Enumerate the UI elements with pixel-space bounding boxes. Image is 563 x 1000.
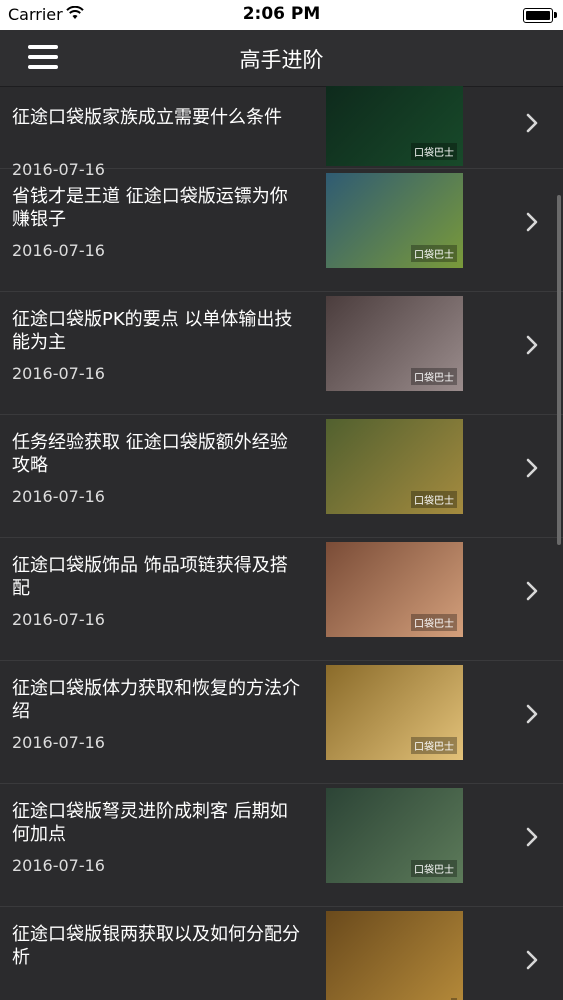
article-thumbnail: 口袋巴士: [326, 542, 463, 637]
chevron-right-icon: [522, 950, 542, 970]
article-thumbnail: 口袋巴士: [326, 296, 463, 391]
chevron-right-icon: [522, 581, 542, 601]
article-date: 2016-07-16: [12, 856, 105, 875]
article-thumbnail: 口袋巴士: [326, 788, 463, 883]
article-title: 征途口袋版PK的要点 以单体输出技能为主: [12, 309, 293, 353]
article-date: 2016-07-16: [12, 364, 105, 383]
navigation-bar: 高手进阶: [0, 30, 563, 87]
chevron-right-icon: [522, 458, 542, 478]
article-list[interactable]: 征途口袋版家族成立需要什么条件 2016-07-16 口袋巴士 省钱才是王道 征途口袋…: [0, 86, 563, 1000]
article-title: 任务经验获取 征途口袋版额外经验攻略: [12, 432, 288, 476]
article-thumbnail: 口袋巴士: [326, 665, 463, 760]
thumbnail-watermark: 口袋巴士: [411, 614, 457, 631]
article-title: 征途口袋版饰品 饰品项链获得及搭配: [12, 555, 288, 599]
chevron-right-icon: [522, 704, 542, 724]
article-row[interactable]: 征途口袋版PK的要点 以单体输出技能为主 2016-07-16 口袋巴士: [0, 292, 563, 415]
article-date: 2016-07-16: [12, 733, 105, 752]
article-thumbnail: 口袋巴士: [326, 173, 463, 268]
article-date: 2016-07-16: [12, 487, 105, 506]
chevron-right-icon: [522, 827, 542, 847]
thumbnail-watermark: 口袋巴士: [411, 368, 457, 385]
page-title: 高手进阶: [239, 48, 324, 72]
article-row[interactable]: 征途口袋版弩灵进阶成刺客 后期如何加点 2016-07-16 口袋巴士: [0, 784, 563, 907]
chevron-right-icon: [522, 335, 542, 355]
article-date: 2016-07-16: [12, 241, 105, 260]
scrollbar[interactable]: [557, 195, 561, 545]
article-row[interactable]: 任务经验获取 征途口袋版额外经验攻略 2016-07-16 口袋巴士: [0, 415, 563, 538]
article-title: 征途口袋版银两获取以及如何分配分析: [12, 924, 300, 968]
article-row[interactable]: 征途口袋版饰品 饰品项链获得及搭配 2016-07-16 口袋巴士: [0, 538, 563, 661]
article-row[interactable]: 征途口袋版家族成立需要什么条件 2016-07-16 口袋巴士: [0, 86, 563, 179]
status-time: 2:06 PM: [242, 4, 321, 24]
article-thumbnail: [326, 911, 463, 1000]
article-row[interactable]: 征途口袋版体力获取和恢复的方法介绍 2016-07-16 口袋巴士: [0, 661, 563, 784]
article-thumbnail: 口袋巴士: [326, 419, 463, 514]
article-title: 省钱才是王道 征途口袋版运镖为你赚银子: [12, 186, 288, 230]
status-bar: Carrier 2:06 PM: [0, 0, 563, 30]
article-title: 征途口袋版弩灵进阶成刺客 后期如何加点: [12, 801, 288, 845]
article-row[interactable]: 省钱才是王道 征途口袋版运镖为你赚银子 2016-07-16 口袋巴士: [0, 169, 563, 292]
thumbnail-watermark: 口袋巴士: [411, 737, 457, 754]
thumbnail-watermark: 口袋巴士: [411, 491, 457, 508]
chevron-right-icon: [522, 212, 542, 232]
battery-icon: [523, 8, 557, 23]
article-row[interactable]: 征途口袋版银两获取以及如何分配分析: [0, 907, 563, 1000]
chevron-right-icon: [522, 113, 542, 133]
thumbnail-watermark: 口袋巴士: [411, 143, 457, 160]
thumbnail-watermark: 口袋巴士: [411, 860, 457, 877]
article-title: 征途口袋版体力获取和恢复的方法介绍: [12, 678, 300, 722]
article-thumbnail: 口袋巴士: [326, 86, 463, 166]
thumbnail-watermark: 口袋巴士: [411, 245, 457, 262]
article-date: 2016-07-16: [12, 610, 105, 629]
article-title: 征途口袋版家族成立需要什么条件: [12, 107, 282, 128]
